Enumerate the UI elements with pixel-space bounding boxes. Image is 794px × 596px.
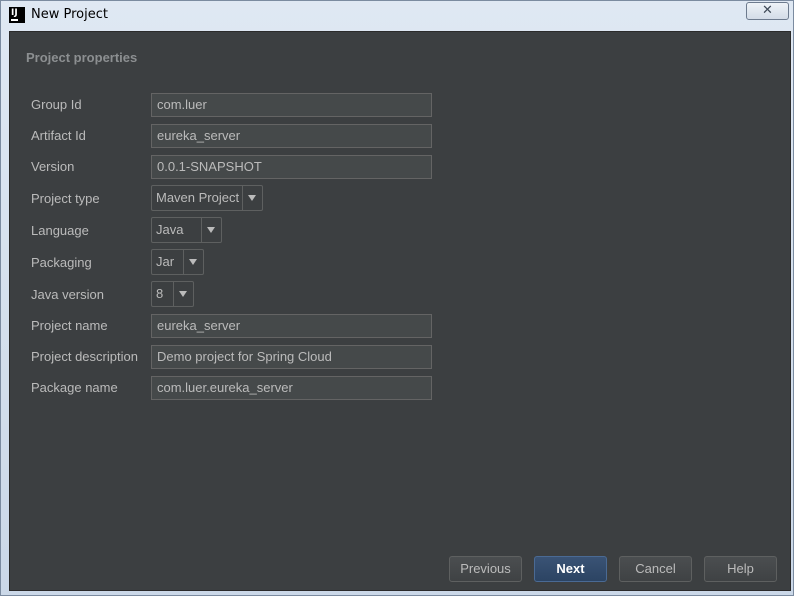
java-version-dropdown-button[interactable] bbox=[173, 282, 193, 306]
close-icon: ✕ bbox=[762, 3, 773, 18]
version-label: Version bbox=[31, 159, 75, 174]
project-properties-panel: Project properties Group Id com.luer Art… bbox=[9, 31, 791, 591]
next-button[interactable]: Next bbox=[534, 556, 607, 582]
chevron-down-icon bbox=[189, 259, 197, 265]
java-version-select[interactable]: 8 bbox=[151, 281, 194, 307]
previous-button[interactable]: Previous bbox=[449, 556, 522, 582]
project-type-dropdown-button[interactable] bbox=[242, 186, 262, 210]
project-type-label: Project type bbox=[31, 191, 100, 206]
project-name-label: Project name bbox=[31, 318, 108, 333]
version-field[interactable]: 0.0.1-SNAPSHOT bbox=[151, 155, 432, 179]
language-label: Language bbox=[31, 223, 89, 238]
project-name-field[interactable]: eureka_server bbox=[151, 314, 432, 338]
language-value: Java bbox=[156, 222, 184, 237]
java-version-value: 8 bbox=[156, 286, 164, 301]
project-type-select[interactable]: Maven Project bbox=[151, 185, 263, 211]
cancel-button[interactable]: Cancel bbox=[619, 556, 692, 582]
project-description-label: Project description bbox=[31, 349, 138, 364]
chevron-down-icon bbox=[179, 291, 187, 297]
package-name-label: Package name bbox=[31, 380, 118, 395]
new-project-dialog: IJ New Project ✕ Project properties Grou… bbox=[0, 0, 794, 596]
language-dropdown-button[interactable] bbox=[201, 218, 221, 242]
artifact-id-label: Artifact Id bbox=[31, 128, 86, 143]
java-version-label: Java version bbox=[31, 287, 104, 302]
help-button[interactable]: Help bbox=[704, 556, 777, 582]
intellij-idea-icon: IJ bbox=[9, 7, 25, 23]
group-id-field[interactable]: com.luer bbox=[151, 93, 432, 117]
chevron-down-icon bbox=[248, 195, 256, 201]
packaging-label: Packaging bbox=[31, 255, 92, 270]
project-type-value: Maven Project bbox=[156, 190, 240, 205]
group-id-label: Group Id bbox=[31, 97, 82, 112]
packaging-value: Jar bbox=[156, 254, 175, 269]
artifact-id-field[interactable]: eureka_server bbox=[151, 124, 432, 148]
section-title: Project properties bbox=[26, 50, 138, 65]
window-title: New Project bbox=[31, 7, 108, 22]
package-name-field[interactable]: com.luer.eureka_server bbox=[151, 376, 432, 400]
project-description-field[interactable]: Demo project for Spring Cloud bbox=[151, 345, 432, 369]
language-select[interactable]: Java bbox=[151, 217, 222, 243]
chevron-down-icon bbox=[207, 227, 215, 233]
packaging-select[interactable]: Jar bbox=[151, 249, 204, 275]
title-bar[interactable]: IJ New Project ✕ bbox=[1, 1, 794, 30]
packaging-dropdown-button[interactable] bbox=[183, 250, 203, 274]
close-button[interactable]: ✕ bbox=[746, 2, 789, 20]
